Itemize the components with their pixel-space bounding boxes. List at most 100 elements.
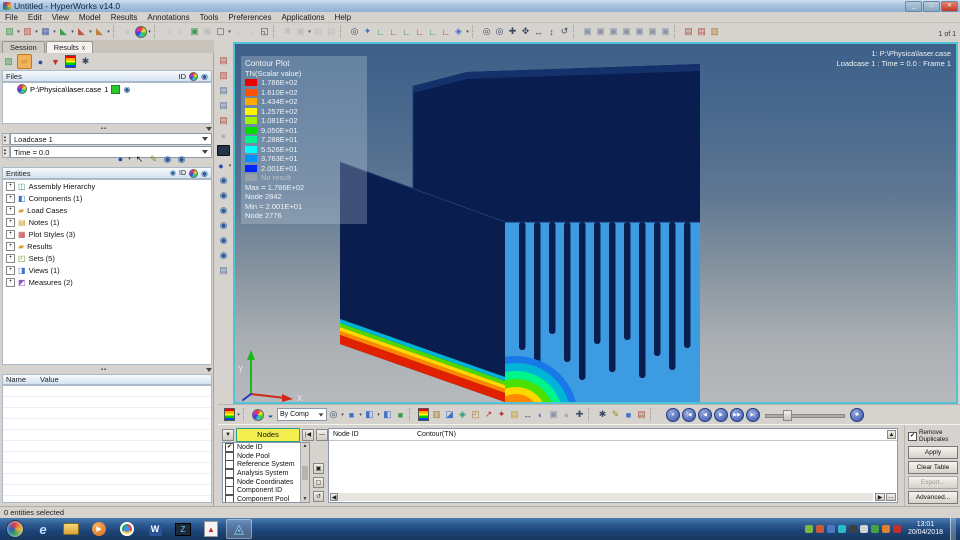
window-1-icon[interactable]: ▫ (232, 25, 245, 38)
export-button[interactable]: Export... (908, 476, 958, 489)
sync-tree-icon[interactable]: ▫ (30, 153, 43, 166)
tray-icon[interactable] (827, 525, 835, 533)
mask-icon[interactable]: ◒ (264, 408, 277, 421)
checkbox[interactable] (225, 452, 234, 461)
remove-duplicates-checkbox[interactable]: ✔ (908, 432, 917, 441)
shaded-icon[interactable]: ■▾ (345, 408, 363, 421)
tracking-icon[interactable]: ◐ (534, 408, 547, 421)
file-visibility-icon[interactable]: ◉ (123, 85, 130, 94)
animation-slider[interactable] (765, 410, 845, 419)
entities-item-plot-styles[interactable]: +▦Plot Styles (3) (3, 228, 211, 240)
show-all-icon[interactable]: ◉ (217, 174, 230, 187)
flexbody-icon[interactable]: ▤ (635, 408, 648, 421)
menu-annotations[interactable]: Annotations (142, 13, 194, 22)
axis-zx-icon[interactable]: ∟ (413, 25, 426, 38)
chevron-down-icon[interactable]: ▾ (236, 412, 241, 418)
element-rep-icon[interactable]: ◧▾ (363, 408, 381, 421)
model-info-icon[interactable]: ▤ (217, 264, 230, 277)
field-node-pool[interactable]: Node Pool (223, 452, 309, 461)
axis-zy-icon[interactable]: ∟ (439, 25, 452, 38)
notes-icon[interactable]: ▤ (508, 408, 521, 421)
checkbox[interactable] (225, 469, 234, 478)
field-component-pool[interactable]: Component Pool (223, 495, 309, 503)
tensor-plot-icon[interactable]: ✦ (495, 408, 508, 421)
results-math-icon[interactable]: ✎ (609, 408, 622, 421)
table-more-button[interactable]: … (886, 493, 896, 501)
cut-icon[interactable]: ✖ (281, 25, 294, 38)
copy-icon[interactable]: ▣▾ (294, 25, 312, 38)
page-layout-icon[interactable]: ▢▾ (214, 25, 232, 38)
panel-splitter[interactable]: ▪▪ (2, 366, 212, 373)
user-profile-icon[interactable]: ● (121, 25, 134, 38)
add-selection-button[interactable]: ▣ (313, 463, 324, 474)
menu-model[interactable]: Model (74, 13, 106, 22)
tray-icon[interactable] (816, 525, 824, 533)
field-scrollbar[interactable]: ▲▼ (300, 443, 309, 502)
delete-page-icon[interactable]: ▣ (201, 25, 214, 38)
show-eye-icon[interactable]: ◉ (161, 153, 174, 166)
open-report-icon[interactable]: ▨▾ (21, 25, 39, 38)
word-icon[interactable]: W (142, 519, 168, 539)
tree-expand-icon[interactable]: ▨ (2, 55, 15, 68)
unmask-icon[interactable]: ◉ (217, 234, 230, 247)
layout-3-icon[interactable]: ▣ (607, 25, 620, 38)
tray-icon[interactable] (838, 525, 846, 533)
tab-close-icon[interactable]: x (82, 45, 86, 52)
layout-2-icon[interactable]: ▣ (594, 25, 607, 38)
menu-edit[interactable]: Edit (23, 13, 47, 22)
last-frame-button[interactable]: ▶| (746, 408, 760, 422)
systems-icon[interactable]: ■ (622, 408, 635, 421)
export-multi-icon[interactable]: ◣▾ (75, 25, 93, 38)
files-header[interactable]: Files ID ◉ (2, 70, 212, 82)
next-frame-button[interactable]: ▶▶ (730, 408, 744, 422)
delete-page-icon[interactable]: ▤ (217, 54, 230, 67)
field-analysis-system[interactable]: Analysis System (223, 469, 309, 478)
entities-item-views[interactable]: +◨Views (1) (3, 264, 211, 276)
capture-screen-icon[interactable]: ▤ (217, 114, 230, 127)
mask-sphere-icon[interactable]: ●▾ (215, 159, 233, 172)
chevron-down-icon[interactable]: ▾ (465, 29, 470, 35)
hide-selected-icon[interactable]: ◉ (217, 204, 230, 217)
plot-browser-icon[interactable] (64, 55, 77, 68)
entities-item-assembly-hierarchy[interactable]: +◫Assembly Hierarchy (3, 180, 211, 192)
layout-8-icon[interactable]: ▣ (646, 25, 659, 38)
hide-eye-icon[interactable]: ◉ (175, 153, 188, 166)
axis-xz-icon[interactable]: ∟ (400, 25, 413, 38)
hyperworks-icon[interactable]: ◬ (226, 519, 252, 539)
contour-icon[interactable]: ▾ (223, 408, 241, 421)
entities-header[interactable]: Entities ◉ ID ◉ (2, 167, 212, 179)
position-icon[interactable]: ✚ (573, 408, 586, 421)
fit-view-icon[interactable]: ✦ (361, 25, 374, 38)
checkbox[interactable] (225, 478, 234, 487)
tray-icon[interactable] (860, 525, 868, 533)
file-row[interactable]: P:\Physica\laser.case 1 ◉ (3, 83, 211, 94)
entities-item-load-cases[interactable]: +▰Load Cases (3, 204, 211, 216)
entities-item-sets[interactable]: +◰Sets (5) (3, 252, 211, 264)
field-node-coordinates[interactable]: Node Coordinates (223, 478, 309, 487)
checkbox[interactable] (225, 495, 234, 503)
entities-item-results[interactable]: +▰Results (3, 240, 211, 252)
entities-item-measures[interactable]: +◩Measures (2) (3, 276, 211, 288)
menu-help[interactable]: Help (330, 13, 356, 22)
layout-9-icon[interactable]: ▣ (659, 25, 672, 38)
table-scroll-right[interactable]: ▶ (875, 493, 885, 501)
capture-app-icon[interactable]: Z (170, 519, 196, 539)
tree-expand-icon[interactable]: + (6, 194, 15, 203)
advanced-button[interactable]: Advanced... (908, 491, 958, 504)
media-player-icon[interactable]: ▶ (86, 519, 112, 539)
menu-file[interactable]: File (0, 13, 23, 22)
color-palette-icon[interactable]: ▾ (134, 25, 152, 38)
export-ppt-icon[interactable]: ◣▾ (93, 25, 111, 38)
loadcase-select[interactable]: Loadcase 1 (10, 133, 212, 145)
expand-window-icon[interactable]: ◱ (258, 25, 271, 38)
color-wheel-icon[interactable] (251, 408, 264, 421)
query-table-header[interactable]: Node ID Contour(TN) (329, 429, 897, 441)
tree-expand-icon[interactable]: + (6, 278, 15, 287)
show-selected-icon[interactable]: ◉ (217, 189, 230, 202)
tree-expand-icon[interactable]: + (6, 182, 15, 191)
section-cut-icon[interactable]: ◪ (443, 408, 456, 421)
layout-1-icon[interactable]: ▣ (581, 25, 594, 38)
overlay-page-icon[interactable]: ▤ (682, 25, 695, 38)
image-plane-icon[interactable]: ▣ (547, 408, 560, 421)
nodes-collector-button[interactable]: Nodes (236, 428, 300, 442)
